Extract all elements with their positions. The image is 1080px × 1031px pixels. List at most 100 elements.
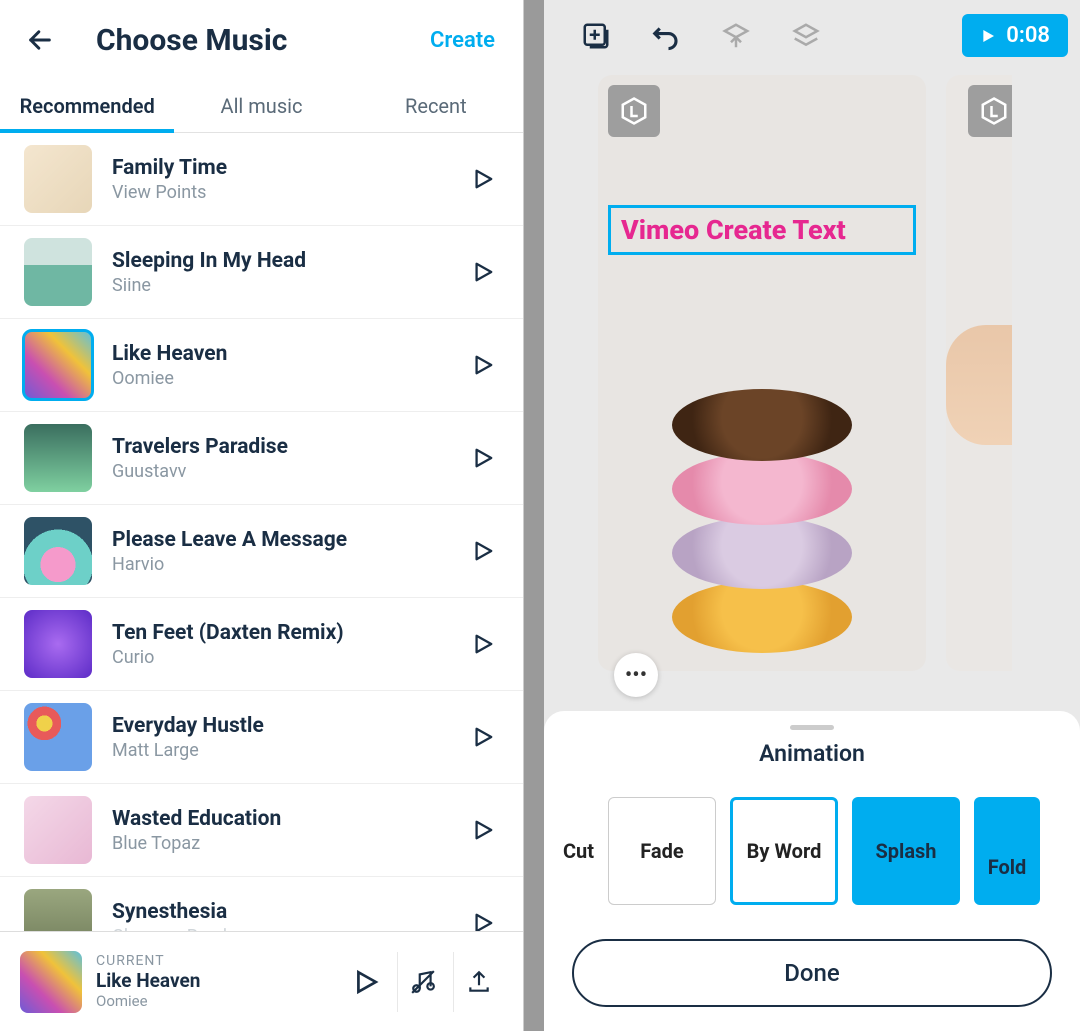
layer-down-button[interactable] (776, 16, 836, 56)
track-row[interactable]: Travelers Paradise Guustavv (0, 412, 523, 505)
footer-play-button[interactable] (341, 952, 391, 1012)
track-thumbnail (24, 424, 92, 492)
track-row[interactable]: Family Time View Points (0, 133, 523, 226)
track-title: Travelers Paradise (112, 435, 467, 459)
track-row[interactable]: Sleeping In My Head Siine (0, 226, 523, 319)
mute-music-button[interactable] (397, 952, 447, 1012)
video-card[interactable]: Vimeo Create Text ••• (598, 75, 926, 671)
track-row[interactable]: Wasted Education Blue Topaz (0, 784, 523, 877)
animation-cut[interactable]: Cut (546, 797, 594, 905)
animation-by-word[interactable]: By Word (730, 797, 838, 905)
current-track-thumbnail (20, 951, 82, 1013)
add-media-icon (581, 21, 611, 51)
editor-toolbar: 0:08 (544, 0, 1080, 67)
play-icon (353, 969, 379, 995)
track-title: Everyday Hustle (112, 714, 467, 738)
play-time: 0:08 (1006, 23, 1050, 48)
tab-all-music[interactable]: All music (174, 84, 348, 132)
current-track-artist: Oomiee (96, 992, 341, 1010)
play-button[interactable] (467, 721, 499, 753)
create-button[interactable]: Create (430, 28, 495, 53)
play-icon (472, 723, 494, 751)
page-title: Choose Music (96, 23, 430, 58)
done-button[interactable]: Done (572, 939, 1052, 1007)
animation-options: Cut Fade By Word Splash Fold (544, 797, 1080, 925)
upload-icon (466, 969, 492, 995)
animation-fold[interactable]: Fold (974, 797, 1040, 905)
track-title: Sleeping In My Head (112, 249, 467, 273)
music-off-icon (410, 969, 436, 995)
track-artist: Curio (112, 647, 467, 668)
video-card-next[interactable] (946, 75, 1012, 671)
undo-button[interactable] (636, 16, 696, 56)
track-row[interactable]: Everyday Hustle Matt Large (0, 691, 523, 784)
play-button[interactable] (467, 535, 499, 567)
upload-button[interactable] (453, 952, 503, 1012)
music-panel: Choose Music Create Recommended All musi… (0, 0, 524, 1031)
play-icon (472, 537, 494, 565)
back-button[interactable] (20, 20, 60, 60)
play-button[interactable] (467, 349, 499, 381)
play-button[interactable] (467, 814, 499, 846)
hand-image (946, 325, 1012, 445)
play-button[interactable] (467, 256, 499, 288)
tab-recent[interactable]: Recent (349, 84, 523, 132)
track-title: Like Heaven (112, 342, 467, 366)
animation-splash[interactable]: Splash (852, 797, 960, 905)
editor-panel: 0:08 Vimeo Create Text ••• Animation (544, 0, 1080, 1031)
track-list: Family Time View Points Sleeping In My H… (0, 133, 523, 1031)
donut-stack-image (652, 353, 872, 653)
overlay-text: Vimeo Create Text (621, 214, 846, 246)
music-header: Choose Music Create (0, 0, 523, 72)
play-icon (472, 258, 494, 286)
track-title: Ten Feet (Daxten Remix) (112, 621, 467, 645)
track-title: Please Leave A Message (112, 528, 467, 552)
play-icon (472, 816, 494, 844)
play-preview-button[interactable]: 0:08 (962, 14, 1068, 57)
track-thumbnail (24, 796, 92, 864)
play-icon (472, 351, 494, 379)
stock-badge (968, 85, 1012, 137)
track-title: Wasted Education (112, 807, 467, 831)
sheet-grip[interactable] (790, 725, 834, 730)
track-artist: Matt Large (112, 740, 467, 761)
track-thumbnail (24, 517, 92, 585)
now-playing-bar: CURRENT Like Heaven Oomiee (0, 931, 523, 1031)
track-row[interactable]: Like Heaven Oomiee (0, 319, 523, 412)
track-text: Family Time View Points (112, 156, 467, 203)
animation-sheet: Animation Cut Fade By Word Splash Fold D… (544, 711, 1080, 1031)
track-row[interactable]: Please Leave A Message Harvio (0, 505, 523, 598)
hexagon-l-icon (619, 96, 649, 126)
track-title: Synesthesia (112, 900, 467, 924)
play-button[interactable] (467, 163, 499, 195)
add-media-button[interactable] (566, 16, 626, 56)
track-row[interactable]: Ten Feet (Daxten Remix) Curio (0, 598, 523, 691)
play-icon (980, 27, 996, 45)
play-button[interactable] (467, 442, 499, 474)
track-artist: Blue Topaz (112, 833, 467, 854)
layer-up-button[interactable] (706, 16, 766, 56)
track-thumbnail (24, 238, 92, 306)
track-artist: Guustavv (112, 461, 467, 482)
play-button[interactable] (467, 628, 499, 660)
ellipsis-icon: ••• (625, 663, 647, 688)
animation-fade[interactable]: Fade (608, 797, 716, 905)
layer-down-icon (791, 21, 821, 51)
pane-divider (524, 0, 544, 1031)
track-artist: Oomiee (112, 368, 467, 389)
music-tabs: Recommended All music Recent (0, 72, 523, 133)
play-icon (472, 444, 494, 472)
card-menu-button[interactable]: ••• (614, 653, 658, 697)
current-track-title: Like Heaven (96, 969, 341, 992)
undo-icon (651, 21, 681, 51)
current-label: CURRENT (96, 953, 341, 969)
track-artist: Harvio (112, 554, 467, 575)
text-overlay[interactable]: Vimeo Create Text (608, 205, 916, 255)
track-thumbnail (24, 331, 92, 399)
layer-up-icon (721, 21, 751, 51)
tab-recommended[interactable]: Recommended (0, 84, 174, 132)
hexagon-l-icon (979, 96, 1009, 126)
track-thumbnail (24, 703, 92, 771)
track-thumbnail (24, 145, 92, 213)
track-title: Family Time (112, 156, 467, 180)
